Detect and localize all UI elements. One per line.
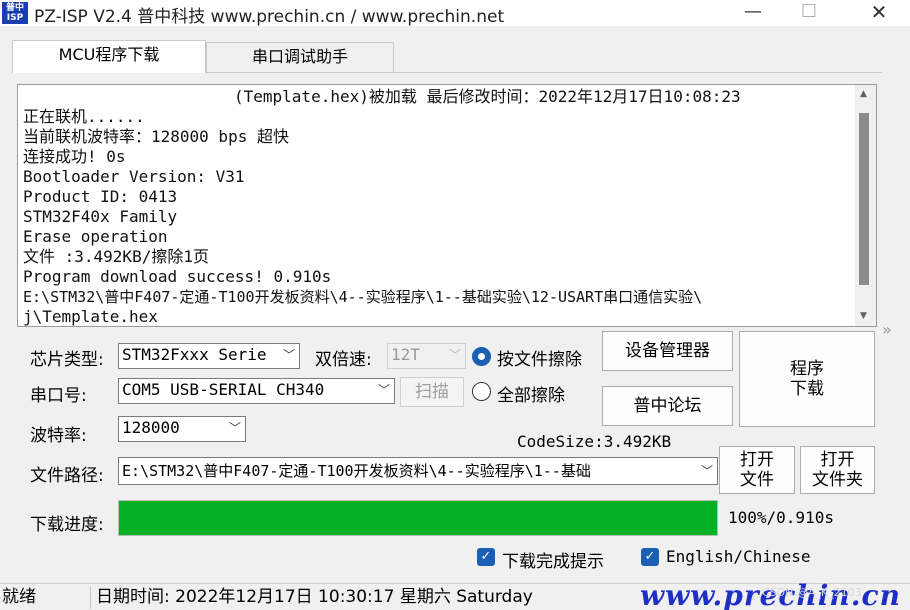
app-logo-icon: 普中 ISP xyxy=(2,2,28,24)
app-logo-text-top: 普中 xyxy=(5,3,24,13)
double-speed-label: 双倍速: xyxy=(315,350,372,370)
chevron-down-icon: ﹀ xyxy=(377,383,390,397)
chevron-down-icon: ﹀ xyxy=(228,421,241,435)
app-logo-text-bottom: ISP xyxy=(6,13,24,23)
port-label: 串口号: xyxy=(30,386,87,406)
erase-by-file-radio[interactable] xyxy=(472,347,491,366)
log-line: 当前联机波特率：128000 bps 超快 xyxy=(23,127,289,146)
notify-label: 下载完成提示 xyxy=(502,552,604,572)
open-file-button[interactable]: 打开 文件 xyxy=(719,446,795,494)
double-speed-value: 12T xyxy=(391,345,420,364)
title-bar: 普中 ISP PZ-ISP V2.4 普中科技 www.prechin.cn /… xyxy=(0,0,910,27)
baud-label: 波特率: xyxy=(30,426,87,446)
chip-type-select[interactable]: STM32Fxxx Serie ﹀ xyxy=(118,343,300,369)
expand-panel-icon[interactable]: » xyxy=(882,320,892,339)
log-header: (Template.hex)被加载 最后修改时间：2022年12月17日10:0… xyxy=(234,87,741,106)
log-line: Program download success! 0.910s xyxy=(23,267,332,286)
log-line: Bootloader Version: V31 xyxy=(23,167,245,186)
log-output[interactable]: (Template.hex)被加载 最后修改时间：2022年12月17日10:0… xyxy=(17,84,877,327)
window-title: PZ-ISP V2.4 普中科技 www.prechin.cn / www.pr… xyxy=(34,7,505,27)
log-line: E:\STM32\普中F407-定通-T100开发板资料\4--实验程序\1--… xyxy=(23,288,703,306)
download-progress-bar xyxy=(118,500,718,536)
log-line: Erase operation xyxy=(23,227,168,246)
code-size: CodeSize:3.492KB xyxy=(517,432,672,451)
chip-type-value: STM32Fxxx Serie xyxy=(122,345,267,364)
chip-type-label: 芯片类型: xyxy=(30,350,104,370)
log-scrollbar[interactable]: ▲ ▼ xyxy=(855,85,876,326)
log-line: 正在联机...... xyxy=(23,107,145,126)
status-separator xyxy=(90,586,91,609)
port-value: COM5 USB-SERIAL CH340 xyxy=(122,380,325,399)
progress-text: 100%/0.910s xyxy=(728,508,834,527)
erase-all-label: 全部擦除 xyxy=(497,386,565,406)
erase-by-file-label: 按文件擦除 xyxy=(497,350,582,370)
log-line: 连接成功! 0s xyxy=(23,147,126,166)
scroll-thumb[interactable] xyxy=(859,113,869,285)
forum-button[interactable]: 普中论坛 xyxy=(602,386,733,426)
file-path-select[interactable]: E:\STM32\普中F407-定通-T100开发板资料\4--实验程序\1--… xyxy=(118,457,718,485)
download-button[interactable]: 程序 下载 xyxy=(739,331,875,427)
language-checkbox[interactable]: ✓ xyxy=(641,548,659,566)
log-line: STM32F40x Family xyxy=(23,207,178,226)
erase-all-radio[interactable] xyxy=(472,382,491,401)
baud-select[interactable]: 128000 ﹀ xyxy=(118,416,246,442)
status-state: 就绪 xyxy=(2,587,36,607)
file-path-label: 文件路径: xyxy=(30,466,104,486)
status-datetime: 日期时间: 2022年12月17日 10:30:17 星期六 Saturday xyxy=(96,587,533,607)
double-speed-select[interactable]: 12T ﹀ xyxy=(387,343,466,369)
log-line: 文件 :3.492KB/擦除1页 xyxy=(23,247,209,266)
tab-serial-assistant[interactable]: 串口调试助手 xyxy=(206,42,394,72)
progress-label: 下载进度: xyxy=(30,515,104,535)
scan-button[interactable]: 扫描 xyxy=(400,377,464,407)
notify-checkbox[interactable]: ✓ xyxy=(477,548,495,566)
log-line: Product ID: 0413 xyxy=(23,187,178,206)
tab-mcu-download[interactable]: MCU程序下载 xyxy=(12,40,206,73)
minimize-button[interactable]: — xyxy=(730,0,776,26)
close-button[interactable]: ✕ xyxy=(856,0,902,26)
chevron-down-icon: ﹀ xyxy=(448,348,461,362)
scroll-up-icon[interactable]: ▲ xyxy=(860,89,867,99)
chevron-down-icon: ﹀ xyxy=(700,464,713,478)
device-manager-button[interactable]: 设备管理器 xyxy=(602,331,733,371)
watermark: CSDN @A_K_2103 xyxy=(762,586,862,599)
progress-fill xyxy=(119,501,717,535)
language-label: English/Chinese xyxy=(666,547,811,566)
log-line: j\Template.hex xyxy=(23,307,158,326)
port-select[interactable]: COM5 USB-SERIAL CH340 ﹀ xyxy=(118,378,395,404)
scroll-down-icon[interactable]: ▼ xyxy=(860,311,867,321)
maximize-button[interactable]: ☐ xyxy=(786,0,832,26)
open-folder-button[interactable]: 打开 文件夹 xyxy=(800,446,875,494)
baud-value: 128000 xyxy=(122,418,180,437)
file-path-value: E:\STM32\普中F407-定通-T100开发板资料\4--实验程序\1--… xyxy=(122,462,591,480)
chevron-down-icon: ﹀ xyxy=(282,348,295,362)
